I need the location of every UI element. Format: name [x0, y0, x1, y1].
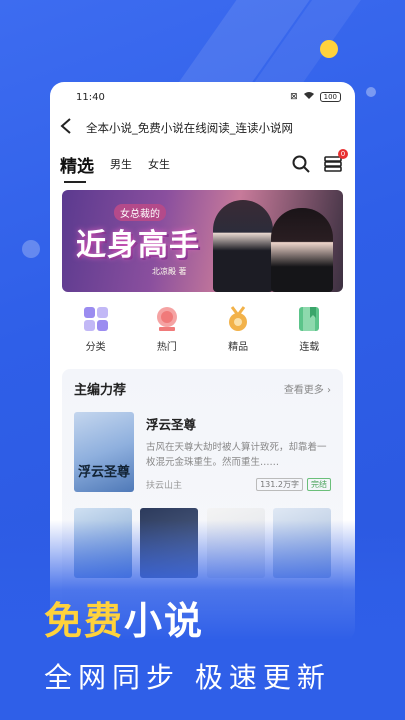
book-item[interactable]: 浮云圣尊 浮云圣尊 古风在天尊大劫时被人算计致死，却靠着一枚混元金珠重生。然而重… [74, 412, 331, 492]
category-label: 连载 [299, 342, 320, 353]
tab-featured[interactable]: 精选 [60, 152, 94, 183]
decor-dot [366, 87, 376, 97]
slogan-highlight: 免费 [44, 599, 125, 643]
back-arrow-icon[interactable] [60, 117, 80, 139]
banner-subtitle: 女总裁的 [114, 204, 166, 221]
battery-icon: 100 [319, 92, 341, 102]
wifi-icon [303, 91, 315, 103]
book-title: 浮云圣尊 [146, 417, 197, 432]
slogan-headline: 免费小说 [44, 590, 204, 645]
cover-text: 浮云圣尊 [78, 465, 131, 480]
medal-icon [225, 306, 251, 332]
category-label: 热门 [156, 342, 177, 353]
banner-title: 近身高手 [76, 228, 200, 263]
banner-figure [271, 208, 333, 292]
page-title: 全本小说_免费小说在线阅读_连读小说网 [86, 121, 293, 135]
status-tag: 完结 [307, 478, 331, 492]
slogan-subline: 全网同步 极速更新 [44, 661, 331, 694]
category-classify[interactable]: 分类 [66, 306, 126, 353]
chevron-right-icon: › [327, 385, 331, 396]
category-label: 精品 [228, 342, 249, 353]
tab-female[interactable]: 女生 [148, 156, 170, 172]
book-author: 扶云山主 [146, 481, 183, 492]
sim-icon: ⊠ [290, 92, 298, 102]
see-more-link[interactable]: 查看更多 › [284, 381, 331, 396]
banner-author: 北凉殿 著 [152, 267, 187, 276]
category-row: 分类 热门 精品 连载 [50, 292, 355, 353]
grid-icon [83, 306, 109, 332]
notification-badge: 0 [338, 149, 348, 159]
banner-figure [213, 200, 273, 292]
book-cover: 浮云圣尊 [74, 412, 134, 492]
tab-male[interactable]: 男生 [110, 156, 132, 172]
status-bar: 11:40 ⊠ 100 [50, 82, 355, 112]
slogan-rest: 小说 [124, 599, 205, 643]
book-icon [296, 306, 322, 332]
section-title: 主编力荐 [74, 383, 127, 398]
bookshelf-icon[interactable]: 0 [323, 149, 348, 174]
decor-dot [320, 40, 338, 58]
search-icon[interactable] [291, 154, 311, 174]
featured-banner[interactable]: 女总裁的 近身高手 北凉殿 著 [62, 190, 343, 292]
url-bar: 全本小说_免费小说在线阅读_连读小说网 [50, 112, 355, 144]
book-description: 古风在天尊大劫时被人算计致死，却靠着一枚混元金珠重生。然而重生…… [146, 442, 327, 468]
flame-badge-icon [154, 306, 180, 332]
category-premium[interactable]: 精品 [208, 306, 268, 353]
decor-dot [22, 240, 40, 258]
category-serial[interactable]: 连载 [279, 306, 339, 353]
word-count-tag: 131.2万字 [256, 478, 303, 492]
category-hot[interactable]: 热门 [137, 306, 197, 353]
category-label: 分类 [85, 342, 106, 353]
status-time: 11:40 [76, 91, 105, 103]
tab-bar: 精选 男生 女生 0 [50, 144, 355, 184]
